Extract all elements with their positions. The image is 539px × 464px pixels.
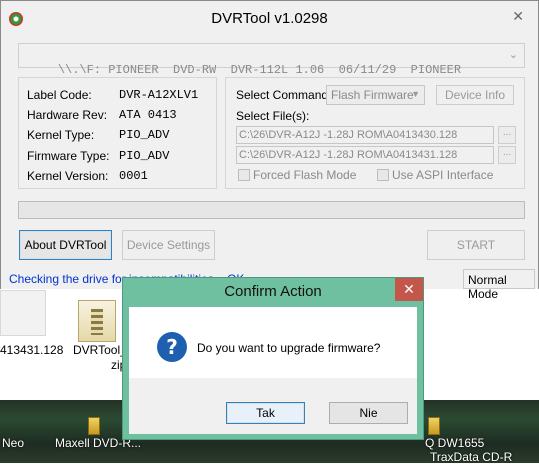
taskbar-label-traxdata: TraxData CD-R <box>430 450 513 464</box>
title-bar[interactable]: DVRTool v1.0298 ✕ <box>1 1 538 37</box>
question-icon: ? <box>157 332 187 362</box>
kernel-version-label: Kernel Version: <box>27 169 109 183</box>
firmware-type-value: PIO_ADV <box>119 149 170 163</box>
folder-icon[interactable] <box>428 417 440 435</box>
desktop-dvrtool-label: DVRTool_ <box>73 343 127 357</box>
kernel-type-label: Kernel Type: <box>27 128 95 142</box>
browse-button-2[interactable]: ... <box>498 146 516 164</box>
taskbar-label-neo: Neo <box>2 436 25 450</box>
start-button[interactable]: START <box>427 230 525 260</box>
firmware-type-label: Firmware Type: <box>27 149 110 163</box>
status-mode: Normal Mode <box>463 269 535 301</box>
device-settings-button[interactable]: Device Settings <box>122 230 215 260</box>
command-select[interactable]: Flash Firmware ▼ <box>326 85 425 105</box>
hardware-rev-label: Hardware Rev: <box>27 108 108 122</box>
drive-select-value: \\.\F: PIONEER DVD-RW DVR-112L 1.06 06/1… <box>57 63 462 77</box>
folder-icon[interactable] <box>88 417 100 435</box>
drive-select[interactable]: \\.\F: PIONEER DVD-RW DVR-112L 1.06 06/1… <box>18 43 525 77</box>
dvrtool-window: DVRTool v1.0298 ✕ \\.\F: PIONEER DVD-RW … <box>0 0 539 301</box>
file-path-field-1[interactable]: C:\26\DVR-A12J -1.28J ROM\A0413430.128 <box>236 126 494 144</box>
label-code-value: DVR-A12XLV1 <box>119 88 199 102</box>
dialog-title: Confirm Action <box>224 283 322 300</box>
command-panel: Select Command: Flash Firmware ▼ Device … <box>225 77 525 189</box>
no-button[interactable]: Nie <box>329 402 408 424</box>
dialog-body: ? Do you want to upgrade firmware? <box>129 307 417 378</box>
hardware-rev-value: ATA 0413 <box>119 108 177 122</box>
dialog-message: Do you want to upgrade firmware? <box>197 341 381 355</box>
select-command-label: Select Command: <box>236 88 332 102</box>
chevron-down-icon: ▼ <box>411 89 420 99</box>
desktop-file-label: 413431.128 <box>0 343 64 357</box>
label-code-label: Label Code: <box>27 88 92 102</box>
chevron-down-icon[interactable]: ⌄ <box>509 48 518 61</box>
kernel-type-value: PIO_ADV <box>119 128 170 142</box>
forced-flash-label: Forced Flash Mode <box>253 168 357 182</box>
zip-archive-icon[interactable] <box>78 300 116 342</box>
drive-info-panel: Label Code: DVR-A12XLV1 Hardware Rev: AT… <box>18 77 217 189</box>
kernel-version-value: 0001 <box>119 169 148 183</box>
about-button[interactable]: About DVRTool <box>19 230 112 260</box>
device-info-button[interactable]: Device Info <box>436 85 514 105</box>
dialog-button-bar: Tak Nie <box>129 378 417 434</box>
taskbar-label-dw1655: Q DW1655 <box>425 436 485 450</box>
select-files-label: Select File(s): <box>236 109 310 123</box>
aspi-label: Use ASPI Interface <box>392 168 494 182</box>
close-icon[interactable]: ✕ <box>512 8 524 25</box>
browse-button-1[interactable]: ... <box>498 126 516 144</box>
aspi-checkbox[interactable] <box>377 169 389 181</box>
file-path-field-2[interactable]: C:\26\DVR-A12J -1.28J ROM\A0413431.128 <box>236 146 494 164</box>
forced-flash-checkbox[interactable] <box>238 169 250 181</box>
confirm-dialog: Confirm Action ✕ ? Do you want to upgrad… <box>122 277 424 440</box>
desktop-file-icon[interactable] <box>0 290 46 336</box>
progress-bar <box>18 201 525 219</box>
command-select-value: Flash Firmware <box>331 88 414 102</box>
yes-button[interactable]: Tak <box>226 402 305 424</box>
window-title: DVRTool v1.0298 <box>211 10 328 27</box>
dialog-close-icon[interactable]: ✕ <box>395 278 423 301</box>
